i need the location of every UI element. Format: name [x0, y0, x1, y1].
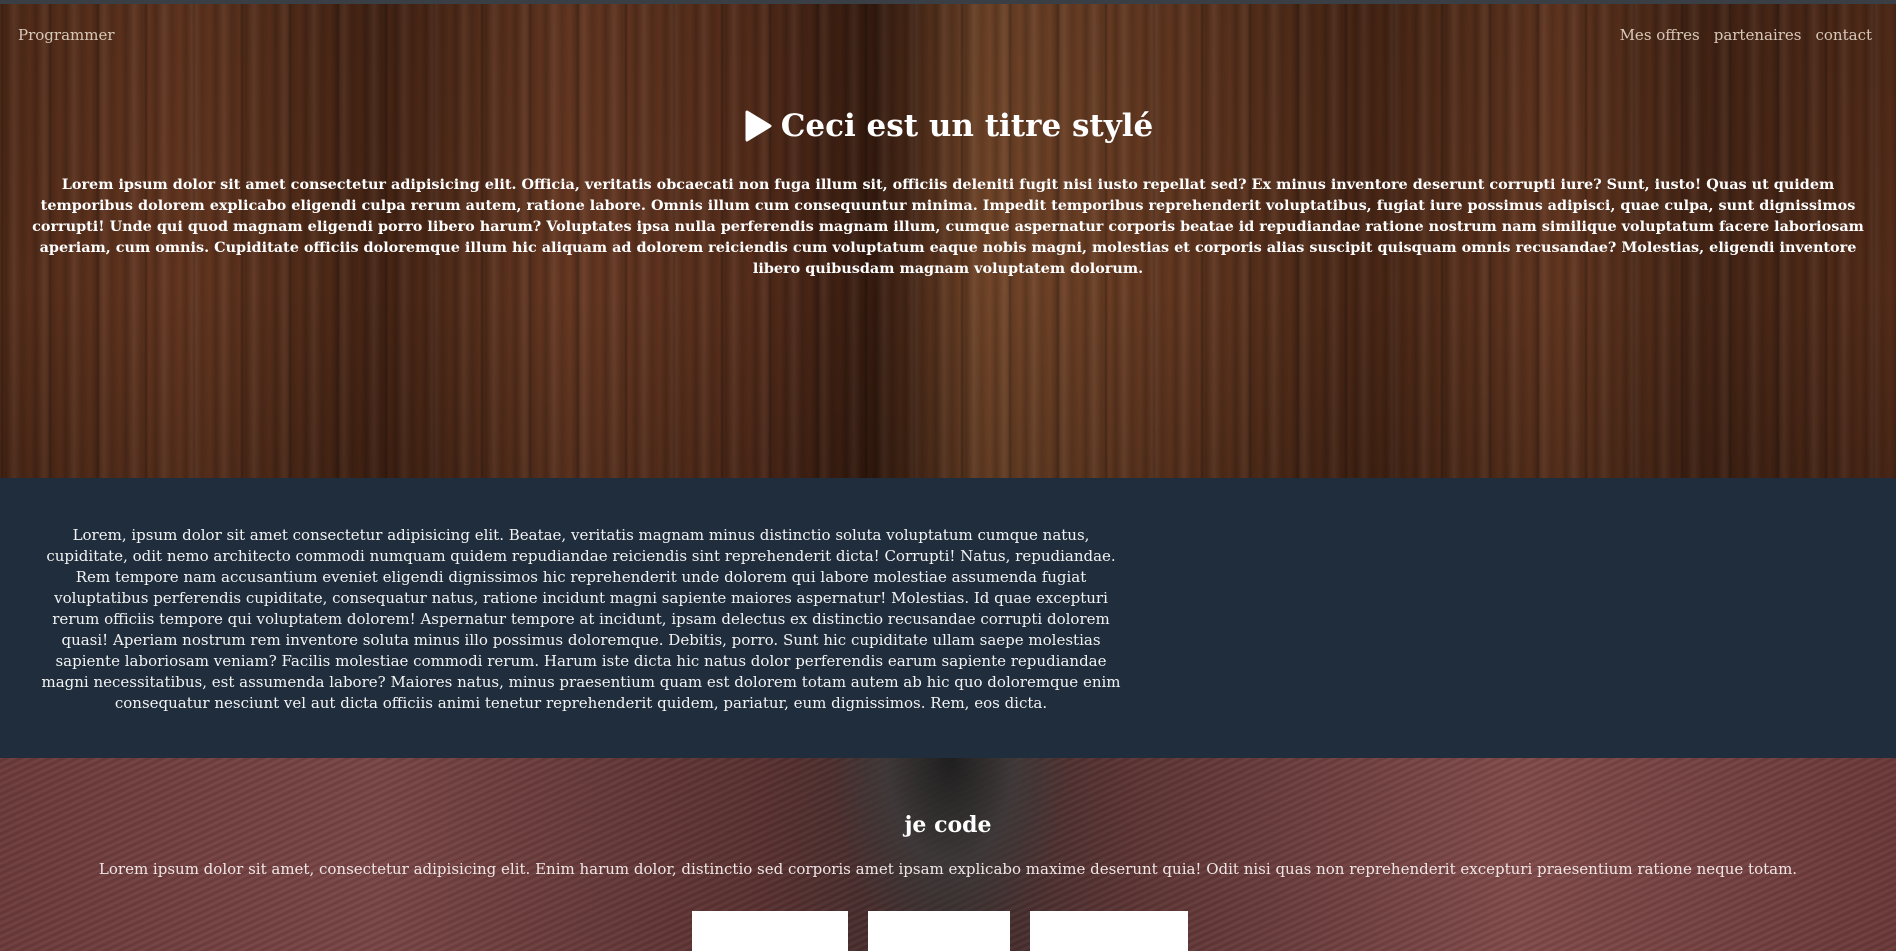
dark-section: Lorem, ipsum dolor sit amet consectetur … [0, 478, 1896, 758]
hero-paragraph: Lorem ipsum dolor sit amet consectetur a… [32, 176, 1864, 277]
nav-link-mes-offres[interactable]: Mes offres [1620, 26, 1700, 44]
cards-row [692, 911, 1188, 951]
card[interactable] [1030, 911, 1188, 951]
book-section-title: je code [904, 812, 992, 838]
nav-links: Mes offres partenaires contact [1620, 26, 1872, 44]
card[interactable] [692, 911, 848, 951]
card[interactable] [868, 911, 1010, 951]
book-section: je code Lorem ipsum dolor sit amet, cons… [0, 758, 1896, 951]
hero-title: Ceci est un titre stylé [0, 108, 1896, 144]
play-icon [745, 110, 772, 142]
dark-section-paragraph: Lorem, ipsum dolor sit amet consectetur … [41, 526, 1121, 712]
nav-link-partenaires[interactable]: partenaires [1714, 26, 1802, 44]
book-section-paragraph: Lorem ipsum dolor sit amet, consectetur … [98, 860, 1798, 878]
hero-section: Programmer Mes offres partenaires contac… [0, 4, 1896, 478]
hero-title-text: Ceci est un titre stylé [780, 108, 1154, 144]
nav-brand-link[interactable]: Programmer [18, 26, 115, 44]
nav-link-contact[interactable]: contact [1816, 26, 1873, 44]
